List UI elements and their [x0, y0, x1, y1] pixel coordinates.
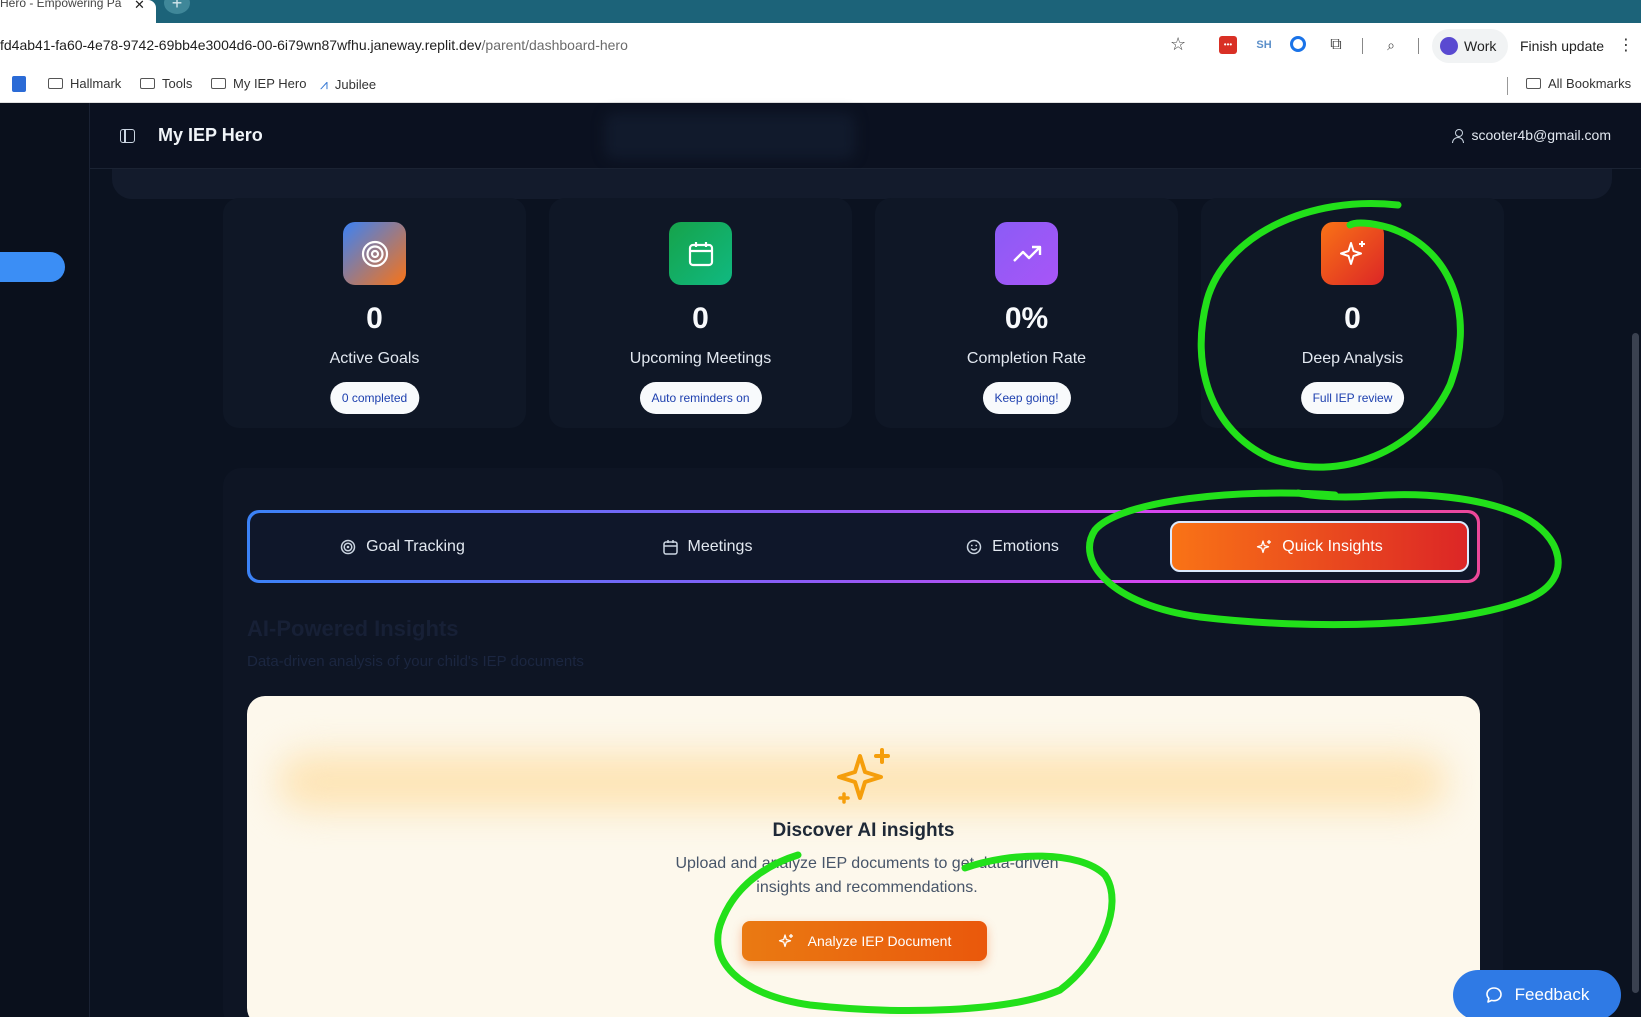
- folder-icon: [140, 78, 155, 89]
- tab-bar-inner: Goal Tracking Meetings Emotions Quick In…: [250, 513, 1477, 580]
- all-bookmarks-label: All Bookmarks: [1548, 76, 1632, 91]
- all-bookmarks[interactable]: All Bookmarks: [1526, 76, 1631, 91]
- sparkles-icon: [1257, 539, 1272, 553]
- sparkles-icon: [778, 934, 793, 948]
- bookmark-jubilee[interactable]: ⩘ Jubilee: [320, 76, 376, 93]
- stat-label: Upcoming Meetings: [629, 350, 772, 367]
- header-glow: [605, 113, 855, 159]
- url-host: fd4ab41-fa60-4e78-9742-69bb4e3004d6-00-6…: [0, 37, 482, 53]
- browser-tab[interactable]: Hero - Empowering Pa ✕: [0, 0, 156, 23]
- stat-card-upcoming-meetings: 0 Upcoming Meetings Auto reminders on: [549, 198, 852, 428]
- chat-bubble-icon: [1485, 987, 1502, 1003]
- stat-badge: 0 completed: [329, 382, 420, 414]
- smile-icon: [966, 539, 982, 554]
- stat-card-active-goals: 0 Active Goals 0 completed: [223, 198, 526, 428]
- jubilee-icon: ⩘: [320, 76, 328, 92]
- browser-tab-strip: Hero - Empowering Pa ✕ +: [0, 0, 1641, 23]
- extension-sh-icon[interactable]: SH: [1255, 36, 1273, 54]
- sparkles-icon: [837, 748, 890, 804]
- toolbar-divider: [1418, 38, 1419, 54]
- bookmark-label: Hallmark: [70, 76, 122, 91]
- bookmark-label: My IEP Hero: [233, 76, 307, 91]
- stat-value: 0: [1344, 302, 1361, 335]
- address-bar: fd4ab41-fa60-4e78-9742-69bb4e3004d6-00-6…: [0, 23, 1641, 69]
- stat-card-deep-analysis: 0 Deep Analysis Full IEP review: [1201, 198, 1504, 428]
- section-subtitle: Data-driven analysis of your child's IEP…: [247, 653, 584, 670]
- tab-label: Quick Insights: [1282, 537, 1383, 555]
- app-header: My IEP Hero scooter4b@gmail.com: [90, 103, 1641, 169]
- stat-badge: Auto reminders on: [639, 382, 762, 414]
- bookmark-label: Tools: [162, 76, 193, 91]
- page-scrollbar[interactable]: [1632, 333, 1639, 993]
- lens-icon[interactable]: ⌕: [1382, 36, 1400, 54]
- section-title: AI-Powered Insights: [247, 616, 459, 641]
- finish-update-button[interactable]: Finish update: [1510, 29, 1615, 63]
- tab-goal-tracking[interactable]: Goal Tracking: [250, 513, 555, 580]
- user-menu[interactable]: scooter4b@gmail.com: [1451, 127, 1612, 143]
- toolbar-divider: [1362, 38, 1363, 54]
- sidebar-active-item[interactable]: [0, 252, 65, 282]
- bookmark-label: Jubilee: [334, 77, 377, 92]
- discover-title: Discover AI insights: [772, 820, 955, 841]
- feedback-button[interactable]: Feedback: [1453, 970, 1621, 1017]
- analyze-iep-document-button[interactable]: Analyze IEP Document: [742, 921, 987, 961]
- stat-label: Deep Analysis: [1301, 350, 1404, 367]
- kebab-menu-icon[interactable]: ⋮: [1618, 35, 1634, 55]
- discover-card: Discover AI insights Upload and analyze …: [247, 696, 1480, 1017]
- stat-label: Completion Rate: [966, 350, 1087, 367]
- stat-value: 0%: [1004, 302, 1049, 335]
- feedback-label: Feedback: [1514, 985, 1590, 1004]
- stat-card-completion-rate: 0% Completion Rate Keep going!: [875, 198, 1178, 428]
- url-field[interactable]: fd4ab41-fa60-4e78-9742-69bb4e3004d6-00-6…: [0, 37, 628, 53]
- browser-tab-title: Hero - Empowering Pa: [0, 0, 122, 10]
- folder-icon: [1526, 78, 1541, 89]
- calendar-icon: [669, 222, 732, 285]
- tab-label: Goal Tracking: [366, 537, 465, 555]
- profile-label: Work: [1464, 38, 1497, 54]
- bookmark-tools[interactable]: Tools: [140, 76, 192, 91]
- stat-value: 0: [692, 302, 709, 335]
- new-tab-button[interactable]: +: [164, 0, 190, 14]
- sparkles-icon: [1321, 222, 1384, 285]
- tab-meetings[interactable]: Meetings: [555, 513, 860, 580]
- stat-badge: Keep going!: [982, 382, 1071, 414]
- trending-up-icon: [995, 222, 1058, 285]
- stat-label: Active Goals: [329, 350, 420, 367]
- bookmark-my-iep-hero[interactable]: My IEP Hero: [211, 76, 306, 91]
- extensions-puzzle-icon[interactable]: ⧉: [1327, 36, 1345, 54]
- bookmark-star-icon[interactable]: ☆: [1170, 34, 1186, 55]
- tab-label: Emotions: [992, 537, 1059, 555]
- header-shadow-bar: [112, 169, 1612, 199]
- analyze-button-label: Analyze IEP Document: [807, 933, 952, 949]
- stat-badge: Full IEP review: [1300, 382, 1405, 414]
- user-email: scooter4b@gmail.com: [1471, 127, 1612, 143]
- tab-close-icon[interactable]: ✕: [134, 0, 145, 13]
- tab-quick-insights[interactable]: Quick Insights: [1170, 521, 1469, 572]
- profile-button[interactable]: Work: [1432, 29, 1509, 63]
- docs-bookmark[interactable]: [12, 76, 26, 92]
- sidebar: [0, 103, 90, 1017]
- url-path: /parent/dashboard-hero: [481, 37, 628, 53]
- profile-avatar-icon: [1440, 37, 1458, 55]
- tab-emotions[interactable]: Emotions: [860, 513, 1165, 580]
- docs-icon: [12, 76, 26, 92]
- extension-red-icon[interactable]: •••: [1219, 36, 1237, 54]
- sidebar-toggle-icon[interactable]: [120, 129, 135, 143]
- folder-icon: [48, 78, 63, 89]
- bookmarks-divider: [1507, 77, 1508, 95]
- discover-description: Upload and analyze IEP documents to get …: [675, 855, 1059, 896]
- target-icon: [343, 222, 406, 285]
- app-title: My IEP Hero: [158, 125, 263, 145]
- folder-icon: [211, 78, 226, 89]
- extension-circle-icon[interactable]: [1290, 36, 1306, 52]
- bookmark-hallmark[interactable]: Hallmark: [48, 76, 121, 91]
- stat-value: 0: [366, 302, 383, 335]
- tab-label: Meetings: [687, 537, 753, 555]
- tab-bar: Goal Tracking Meetings Emotions Quick In…: [247, 510, 1480, 583]
- target-icon: [340, 539, 356, 554]
- user-icon: [1451, 128, 1464, 143]
- bookmarks-bar: Hallmark Tools My IEP Hero ⩘ Jubilee All …: [0, 69, 1641, 103]
- calendar-icon: [662, 539, 678, 555]
